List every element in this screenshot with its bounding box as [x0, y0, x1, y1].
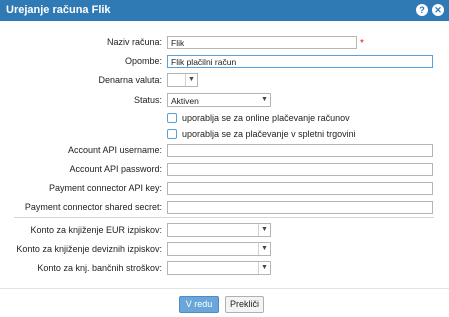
shop-payments-label: uporablja se za plačevanje v spletni trg… [182, 129, 356, 139]
status-select[interactable]: Aktiven ▼ [167, 93, 271, 107]
api-password-input[interactable] [167, 163, 433, 176]
connector-secret-input[interactable] [167, 201, 433, 214]
cancel-button[interactable]: Prekliči [225, 296, 264, 313]
chevron-down-icon: ▼ [258, 224, 270, 236]
foreign-account-label: Konto za knjiženje deviznih izpiskov: [16, 244, 162, 254]
notes-label: Opombe: [124, 56, 162, 66]
name-label: Naziv računa: [106, 37, 162, 47]
shop-payments-checkbox[interactable] [167, 129, 177, 139]
api-username-label: Account API username: [67, 145, 162, 155]
online-payments-checkbox[interactable] [167, 113, 177, 123]
bank-fees-account-select[interactable]: ▼ [167, 261, 271, 275]
api-username-input[interactable] [167, 144, 433, 157]
chevron-down-icon: ▼ [185, 74, 197, 86]
required-mark: * [360, 38, 364, 49]
chevron-down-icon: ▼ [261, 96, 268, 103]
section-divider [14, 217, 434, 218]
window-title: Urejanje računa Flik [6, 4, 111, 16]
ok-button[interactable]: V redu [179, 296, 219, 313]
title-bar: Urejanje računa Flik ? ✕ [0, 0, 449, 21]
close-icon[interactable]: ✕ [432, 4, 444, 16]
bank-fees-account-label: Konto za knj. bančnih stroškov: [37, 263, 162, 273]
currency-select[interactable]: ▼ [167, 73, 198, 87]
chevron-down-icon: ▼ [258, 262, 270, 274]
foreign-account-select[interactable]: ▼ [167, 242, 271, 256]
currency-label: Denarna valuta: [98, 75, 162, 85]
chevron-down-icon: ▼ [258, 243, 270, 255]
status-value: Aktiven [171, 96, 199, 106]
connector-key-label: Payment connector API key: [48, 183, 162, 193]
connector-secret-label: Payment connector shared secret: [24, 202, 162, 212]
eur-account-label: Konto za knjiženje EUR izpiskov: [30, 225, 162, 235]
connector-key-input[interactable] [167, 182, 433, 195]
api-password-label: Account API password: [69, 164, 162, 174]
notes-input[interactable]: Flik plačilni račun [167, 55, 433, 68]
footer-divider [0, 288, 449, 289]
eur-account-select[interactable]: ▼ [167, 223, 271, 237]
online-payments-label: uporablja se za online plačevanje računo… [182, 113, 350, 123]
name-input[interactable]: Flik [167, 36, 357, 49]
status-label: Status: [133, 95, 162, 105]
question-icon[interactable]: ? [416, 4, 428, 16]
